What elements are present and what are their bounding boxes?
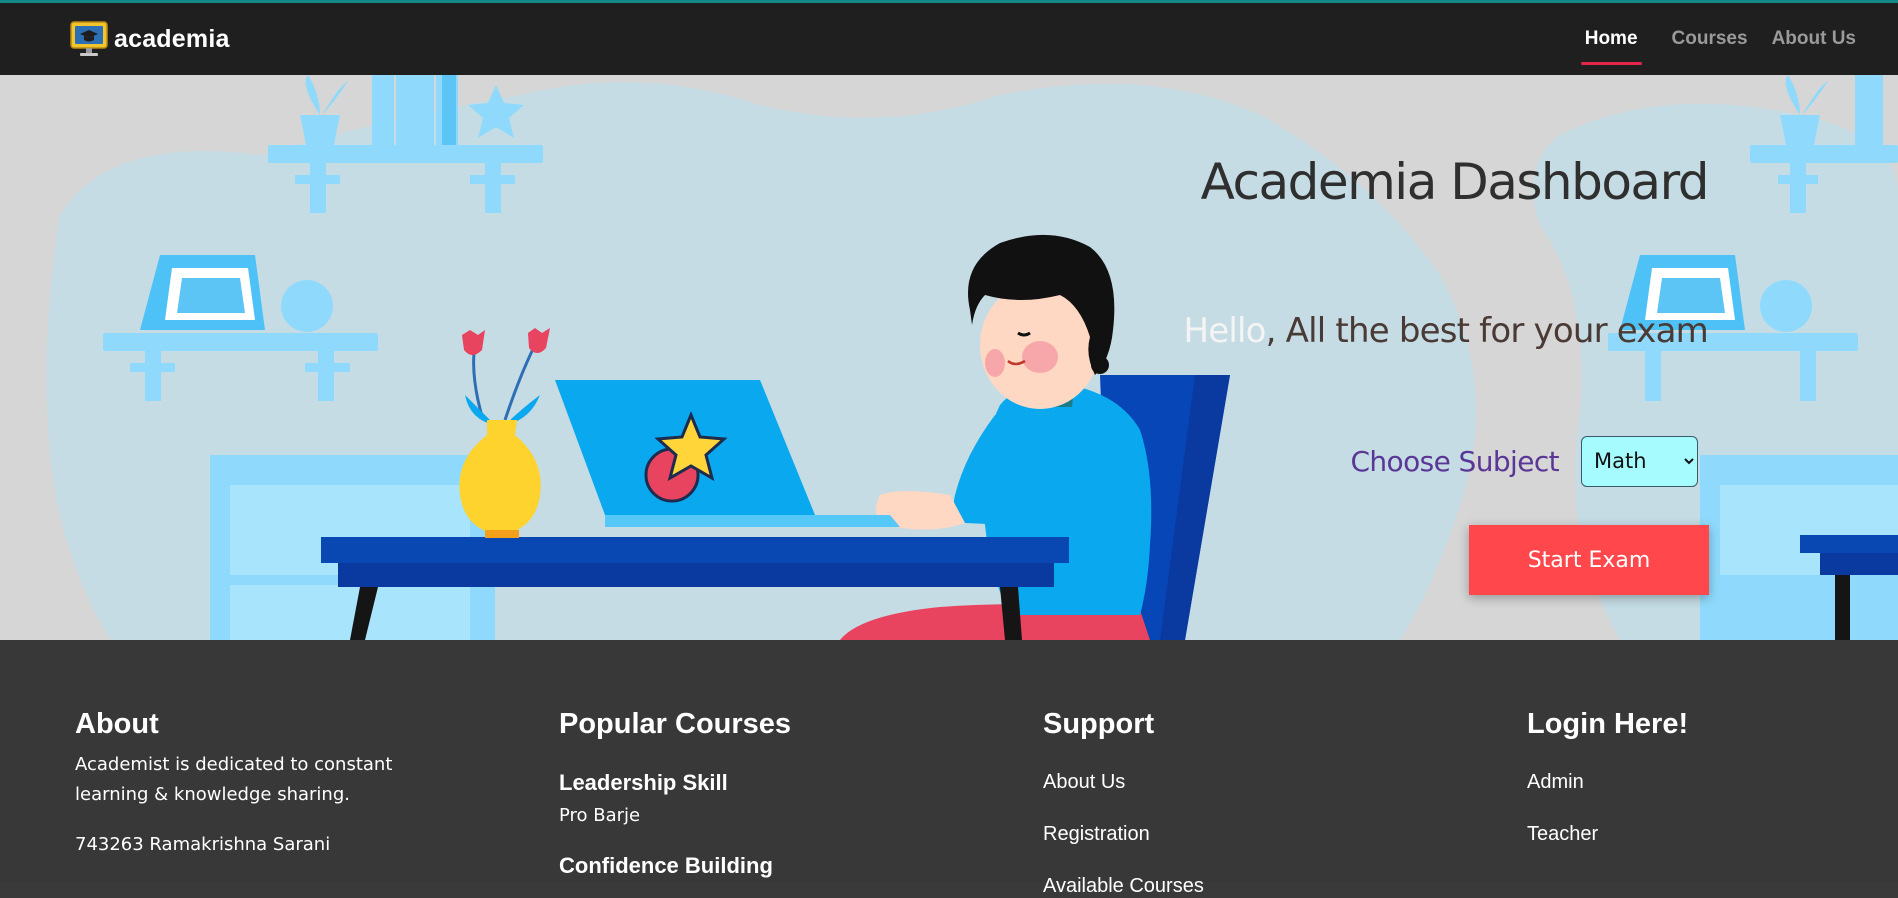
login-link-teacher[interactable]: Teacher <box>1527 823 1598 846</box>
support-link-about-us[interactable]: About Us <box>1043 771 1125 794</box>
brand-name: academia <box>114 24 230 53</box>
choose-subject-label: Choose Subject <box>1350 444 1559 478</box>
course-author: Pro Barje <box>559 805 641 826</box>
greeting-message: , All the best for your exam <box>1265 311 1709 351</box>
support-link-available-courses[interactable]: Available Courses <box>1043 875 1204 898</box>
footer: About Academist is dedicated to constant… <box>0 640 1898 897</box>
about-address: 743263 Ramakrishna Sarani <box>75 834 331 855</box>
subject-chooser: Choose Subject Math <box>1350 435 1698 487</box>
subject-select[interactable]: Math <box>1581 435 1698 487</box>
main-nav: Home Courses About Us <box>1573 3 1868 75</box>
hero-banner: Academia Dashboard Hello, All the best f… <box>0 75 1898 640</box>
start-exam-button[interactable]: Start Exam <box>1469 525 1709 595</box>
nav-home[interactable]: Home <box>1573 3 1650 75</box>
footer-support-heading: Support <box>1043 708 1155 740</box>
login-link-admin[interactable]: Admin <box>1527 771 1584 794</box>
nav-courses[interactable]: Courses <box>1660 3 1760 75</box>
page-title: Academia Dashboard <box>1200 153 1710 211</box>
brand[interactable]: academia <box>70 20 230 58</box>
footer-about-heading: About <box>75 708 159 740</box>
footer-login-heading: Login Here! <box>1527 708 1689 740</box>
greeting-text: Hello, All the best for your exam <box>1183 311 1708 351</box>
course-name[interactable]: Leadership Skill <box>559 770 728 796</box>
nav-about-us[interactable]: About Us <box>1760 3 1868 75</box>
about-description: Academist is dedicated to constant learn… <box>75 754 393 805</box>
monitor-logo-icon <box>70 21 108 56</box>
greeting-highlight: Hello <box>1183 311 1266 351</box>
course-name[interactable]: Confidence Building <box>559 853 773 879</box>
support-link-registration[interactable]: Registration <box>1043 823 1150 846</box>
footer-courses-heading: Popular Courses <box>559 708 792 740</box>
navbar: academia Home Courses About Us <box>0 0 1898 75</box>
